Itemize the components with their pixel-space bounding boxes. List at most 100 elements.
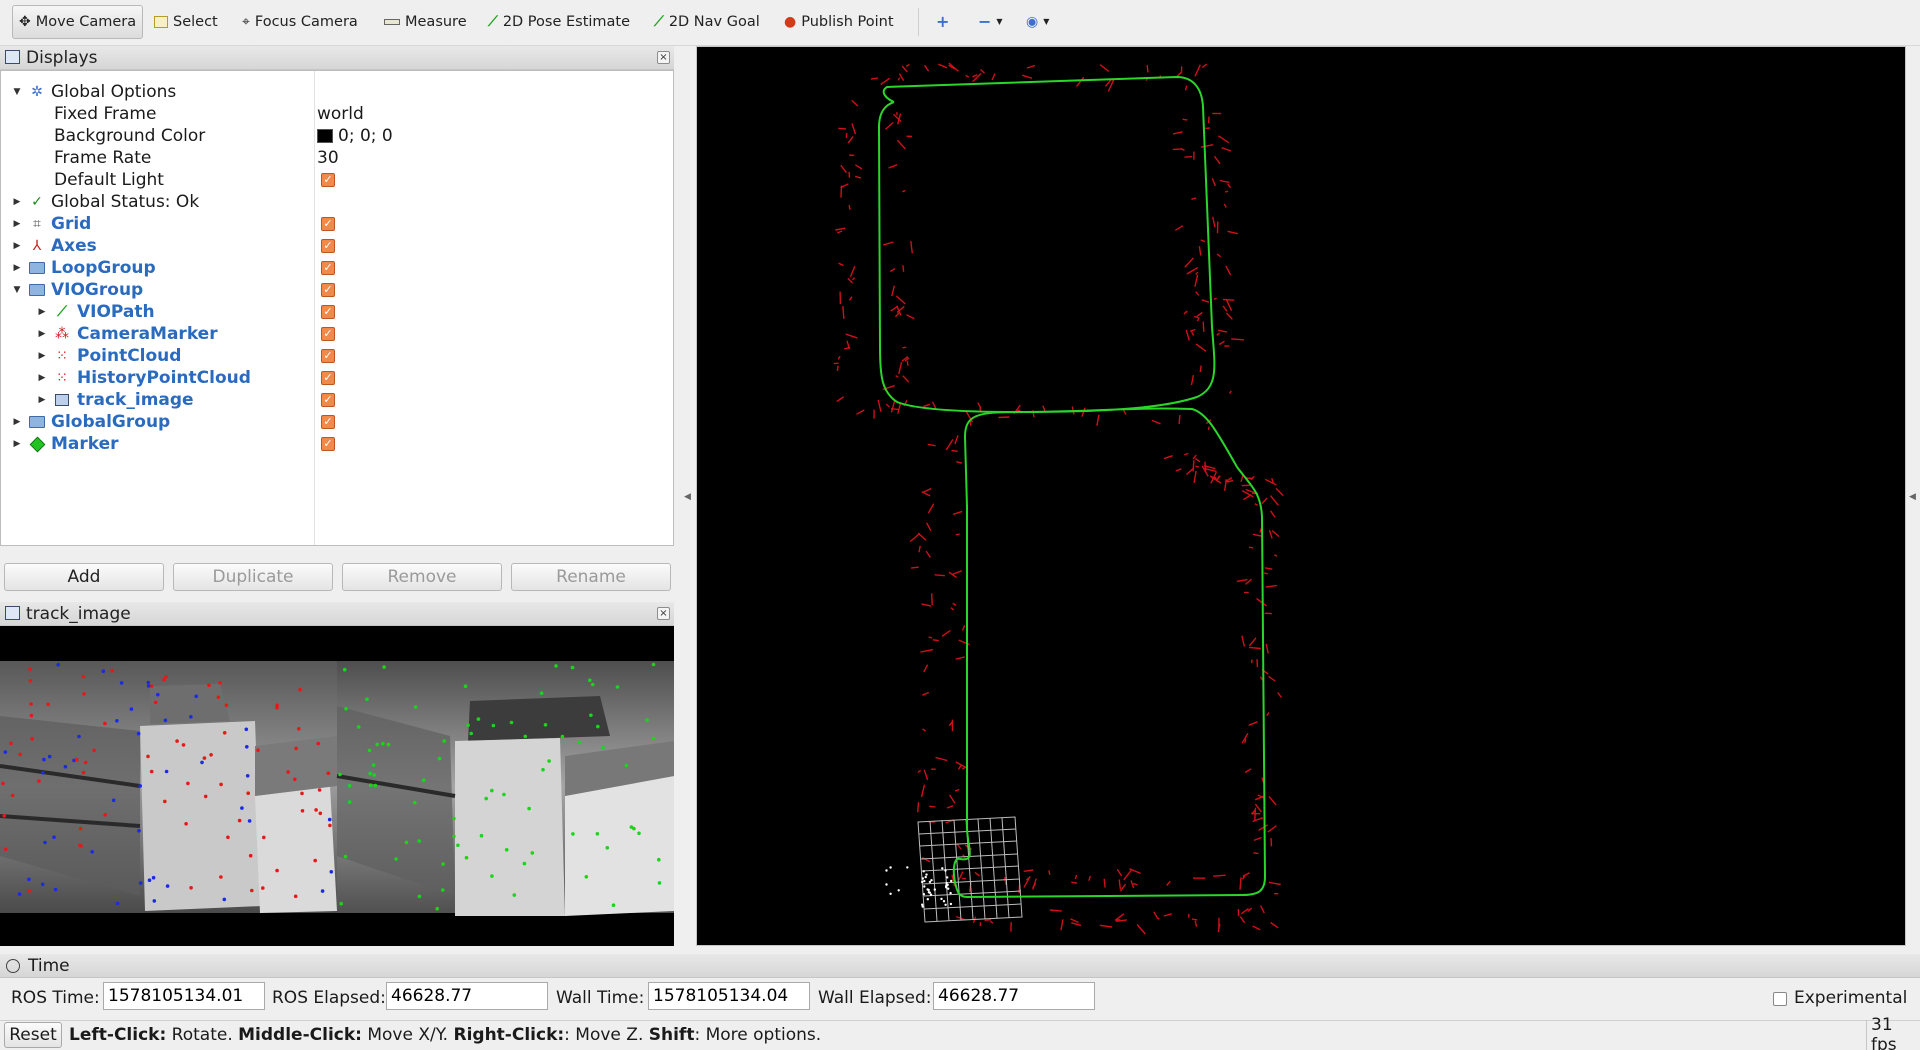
close-icon[interactable]: × <box>657 607 670 620</box>
2d-nav-goal-tool[interactable]: ⟋ 2D Nav Goal <box>648 5 766 39</box>
feature-point <box>28 667 32 671</box>
ros-elapsed-field[interactable] <box>386 982 548 1010</box>
nav-goal-arrow-icon: ⟋ <box>654 14 664 30</box>
feature-point <box>27 877 31 882</box>
fps-display: 31 fps <box>1866 1015 1920 1050</box>
tree-row-cameramarker[interactable]: ▶ ⁂ CameraMarker ✓ <box>1 323 673 345</box>
map-feature-line <box>838 127 847 130</box>
map-feature-line <box>1191 197 1197 200</box>
tree-row-fixed-frame[interactable]: Fixed Frame world <box>1 103 673 125</box>
move-camera-tool[interactable]: ✥ Move Camera <box>12 5 144 39</box>
expand-arrow-icon[interactable]: ▶ <box>36 373 48 383</box>
point <box>923 885 926 888</box>
collapse-left-icon[interactable]: ◀ <box>684 492 691 502</box>
viopath-checkbox[interactable]: ✓ <box>321 305 335 319</box>
track-image-view[interactable] <box>0 626 674 946</box>
point <box>941 867 944 870</box>
map-feature-line <box>845 333 858 339</box>
globalgroup-checkbox[interactable]: ✓ <box>321 415 335 429</box>
reset-button[interactable]: Reset <box>4 1022 62 1048</box>
feature-point <box>300 791 304 796</box>
tree-row-axes[interactable]: ▶ ⅄ Axes ✓ <box>1 235 673 257</box>
viogroup-checkbox[interactable]: ✓ <box>321 283 335 297</box>
expand-arrow-icon[interactable]: ▶ <box>11 417 23 427</box>
expand-arrow-icon[interactable]: ▶ <box>36 351 48 361</box>
wall-elapsed-field[interactable] <box>933 982 1095 1010</box>
experimental-checkbox[interactable] <box>1773 992 1787 1006</box>
map-feature-line <box>917 769 922 774</box>
expand-arrow-icon[interactable]: ▼ <box>11 87 23 97</box>
cameramarker-checkbox[interactable]: ✓ <box>321 327 335 341</box>
collapse-right-icon[interactable]: ◀ <box>1909 492 1916 502</box>
tree-row-viopath[interactable]: ▶ ⟋ VIOPath ✓ <box>1 301 673 323</box>
map-feature-line <box>897 402 902 414</box>
map-feature-line <box>1225 312 1233 320</box>
wall-time-field[interactable] <box>648 982 810 1010</box>
expand-arrow-icon[interactable]: ▶ <box>11 241 23 251</box>
map-feature-line <box>1189 328 1196 332</box>
default-light-checkbox[interactable]: ✓ <box>321 173 335 187</box>
feature-point <box>240 806 244 810</box>
expand-arrow-icon[interactable]: ▶ <box>11 197 23 207</box>
duplicate-button[interactable]: Duplicate <box>173 563 333 591</box>
expand-arrow-icon[interactable]: ▶ <box>11 219 23 229</box>
remove-tool-button[interactable]: − ▼ <box>972 5 1009 39</box>
feature-point <box>151 875 156 880</box>
tree-row-background-color[interactable]: Background Color 0; 0; 0 <box>1 125 673 147</box>
track-image-panel-title: track_image <box>26 603 131 624</box>
tree-row-default-light[interactable]: Default Light ✓ <box>1 169 673 191</box>
add-button[interactable]: Add <box>4 563 164 591</box>
map-feature-line <box>847 135 854 144</box>
view-tool-button[interactable]: ◉ ▼ <box>1020 5 1055 39</box>
tree-row-frame-rate[interactable]: Frame Rate 30 <box>1 147 673 169</box>
axes-checkbox[interactable]: ✓ <box>321 239 335 253</box>
frame-rate-value[interactable]: 30 <box>317 148 339 168</box>
tree-row-marker[interactable]: ▶ Marker ✓ <box>1 433 673 455</box>
pointcloud-checkbox[interactable]: ✓ <box>321 349 335 363</box>
historypointcloud-checkbox[interactable]: ✓ <box>321 371 335 385</box>
tree-row-pointcloud[interactable]: ▶ ⁙ PointCloud ✓ <box>1 345 673 367</box>
select-tool[interactable]: Select <box>148 5 224 39</box>
background-color-value[interactable]: 0; 0; 0 <box>317 126 393 146</box>
tree-row-global-status[interactable]: ▶ ✓ Global Status: Ok <box>1 191 673 213</box>
map-feature-line <box>931 593 933 606</box>
map-feature-line <box>923 64 930 72</box>
ros-time-field[interactable] <box>103 982 265 1010</box>
fixed-frame-value[interactable]: world <box>317 104 364 124</box>
tree-row-globalgroup[interactable]: ▶ GlobalGroup ✓ <box>1 411 673 433</box>
expand-arrow-icon[interactable]: ▶ <box>11 439 23 449</box>
3d-render-view[interactable] <box>696 46 1906 946</box>
expand-arrow-icon[interactable]: ▶ <box>36 307 48 317</box>
tree-row-global-options[interactable]: ▼ ✲ Global Options <box>1 81 673 103</box>
remove-button[interactable]: Remove <box>342 563 502 591</box>
map-feature-line <box>1254 503 1258 506</box>
add-tool-button[interactable]: + <box>930 5 955 39</box>
grid-checkbox[interactable]: ✓ <box>321 217 335 231</box>
close-icon[interactable]: × <box>657 51 670 64</box>
measure-tool[interactable]: Measure <box>378 5 473 39</box>
expand-arrow-icon[interactable]: ▶ <box>11 263 23 273</box>
tree-row-historypointcloud[interactable]: ▶ ⁙ HistoryPointCloud ✓ <box>1 367 673 389</box>
marker-checkbox[interactable]: ✓ <box>321 437 335 451</box>
feature-point <box>367 748 372 753</box>
rename-button[interactable]: Rename <box>511 563 671 591</box>
feature-point <box>43 840 47 845</box>
tree-row-grid[interactable]: ▶ ⌗ Grid ✓ <box>1 213 673 235</box>
tree-row-track-image[interactable]: ▶ track_image ✓ <box>1 389 673 411</box>
map-feature-line <box>972 74 978 78</box>
expand-arrow-icon[interactable]: ▶ <box>36 329 48 339</box>
track-image-checkbox[interactable]: ✓ <box>321 393 335 407</box>
displays-tree[interactable]: ▼ ✲ Global Options Fixed Frame world Bac… <box>0 70 674 546</box>
tree-row-loopgroup[interactable]: ▶ LoopGroup ✓ <box>1 257 673 279</box>
focus-camera-tool[interactable]: ⌖ Focus Camera <box>236 5 364 39</box>
loopgroup-checkbox[interactable]: ✓ <box>321 261 335 275</box>
feature-point <box>484 796 489 801</box>
expand-arrow-icon[interactable]: ▶ <box>36 395 48 405</box>
collapse-arrow-icon[interactable]: ▼ <box>11 285 23 295</box>
tree-row-viogroup[interactable]: ▼ VIOGroup ✓ <box>1 279 673 301</box>
map-feature-line <box>1186 266 1199 275</box>
2d-pose-estimate-tool[interactable]: ⟋ 2D Pose Estimate <box>482 5 636 39</box>
minus-icon: − <box>978 12 992 31</box>
feature-point <box>541 767 545 772</box>
publish-point-tool[interactable]: ● Publish Point <box>778 5 900 39</box>
